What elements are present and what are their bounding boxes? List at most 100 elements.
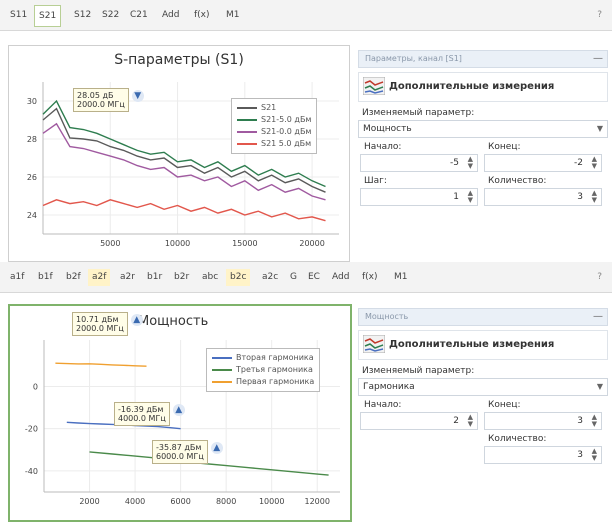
legend-item: Вторая гармоника <box>212 352 314 364</box>
step-label: Шаг: <box>364 176 387 186</box>
tab-a2f[interactable]: a2f <box>88 269 111 286</box>
param-label: Изменяемый параметр: <box>362 108 475 118</box>
start-label: Начало: <box>364 142 402 152</box>
extra-measurements-header[interactable]: Дополнительные измерения <box>358 72 608 102</box>
side-panel-header: Параметры, канал [S1] — <box>358 50 608 68</box>
y-tick-label: 26 <box>27 173 37 182</box>
legend-item: S21-0.0 дБм <box>237 126 311 138</box>
marker-value: -16.39 дБм <box>118 405 164 414</box>
series-line <box>55 362 147 367</box>
tab-g[interactable]: G <box>286 269 301 286</box>
legend-label: Первая гармоника <box>236 377 315 386</box>
x-tick-label: 20000 <box>299 239 324 248</box>
x-tick-label: 8000 <box>216 497 236 506</box>
side-panel-header-text: Мощность <box>365 312 409 321</box>
extra-measurements-header[interactable]: Дополнительные измерения <box>358 330 608 360</box>
tab-a2c[interactable]: a2c <box>258 269 282 286</box>
side-panel-header-text: Параметры, канал [S1] <box>365 54 462 63</box>
tab-s22[interactable]: S22 <box>98 7 123 24</box>
legend-label: Третья гармоника <box>236 365 313 374</box>
marker-frequency: 6000.0 МГц <box>156 452 204 461</box>
end-column: Конец: 3 ▲ ▼ <box>484 398 602 430</box>
spinner-icon[interactable]: ▲ ▼ <box>468 190 473 204</box>
spinner-icon[interactable]: ▲ ▼ <box>468 156 473 170</box>
marker-value: 28.05 дБ <box>77 91 114 100</box>
x-tick-label: 5000 <box>100 239 120 248</box>
tab-b2c[interactable]: b2c <box>226 269 251 286</box>
tab-m1[interactable]: M1 <box>390 269 412 286</box>
param-select[interactable]: Гармоника ▼ <box>358 378 608 396</box>
end-stepper[interactable]: -2 ▲ ▼ <box>484 154 602 172</box>
marker-label[interactable]: 10.71 дБм 2000.0 МГц ▲ <box>72 312 143 336</box>
tab-c21[interactable]: C21 <box>126 7 152 24</box>
marker-up-icon[interactable]: ▲ <box>130 314 143 326</box>
x-tick-label: 10000 <box>165 239 190 248</box>
step-value: 1 <box>453 192 459 202</box>
count-column: Количество: 3 ▲ ▼ <box>484 174 602 206</box>
tab-b2f[interactable]: b2f <box>62 269 85 286</box>
marker-label[interactable]: -16.39 дБм 4000.0 МГц ▲ <box>114 402 185 426</box>
tab-add[interactable]: Add <box>328 269 353 286</box>
param-select-value: Гармоника <box>363 382 415 392</box>
tab-ec[interactable]: EC <box>304 269 324 286</box>
legend-swatch <box>237 106 257 109</box>
side-panel-header: Мощность — <box>358 308 608 326</box>
end-label: Конец: <box>488 142 521 152</box>
tab-m1[interactable]: M1 <box>222 7 244 24</box>
tab-b1f[interactable]: b1f <box>34 269 57 286</box>
tab-b2r[interactable]: b2r <box>170 269 193 286</box>
help-icon[interactable]: ? <box>593 7 606 24</box>
x-tick-label: 4000 <box>125 497 145 506</box>
count-column: Количество: 3 ▲ ▼ <box>484 432 602 464</box>
y-tick-label: 0 <box>33 382 38 391</box>
tab-a2r[interactable]: a2r <box>116 269 139 286</box>
tab-fx[interactable]: f(x) <box>358 269 382 286</box>
legend-item: Первая гармоника <box>212 376 314 388</box>
marker-frequency: 2000.0 МГц <box>76 324 124 333</box>
marker-up-icon[interactable]: ▲ <box>210 442 223 454</box>
y-tick-label: 30 <box>27 97 37 106</box>
step-column: Шаг: 1 ▲ ▼ <box>360 174 478 206</box>
marker-label[interactable]: -35.87 дБм 6000.0 МГц ▲ <box>152 440 223 464</box>
count-label: Количество: <box>488 176 547 186</box>
legend-swatch <box>212 368 232 371</box>
marker-label[interactable]: 28.05 дБ 2000.0 МГц ▼ <box>73 88 144 112</box>
pin-icon[interactable]: — <box>593 309 603 325</box>
start-stepper[interactable]: -5 ▲ ▼ <box>360 154 478 172</box>
spinner-icon[interactable]: ▲ ▼ <box>468 414 473 428</box>
tab-add[interactable]: Add <box>158 7 183 24</box>
legend-item: S21 <box>237 102 311 114</box>
param-select[interactable]: Мощность ▼ <box>358 120 608 138</box>
param-label: Изменяемый параметр: <box>362 366 475 376</box>
tab-s21[interactable]: S21 <box>34 5 62 27</box>
start-column: Начало: 2 ▲ ▼ <box>360 398 478 430</box>
marker-up-icon[interactable]: ▲ <box>172 404 185 416</box>
end-stepper[interactable]: 3 ▲ ▼ <box>484 412 602 430</box>
tab-fx[interactable]: f(x) <box>190 7 214 24</box>
count-row: Количество: 3 ▲ ▼ <box>358 432 608 466</box>
pin-icon[interactable]: — <box>593 51 603 67</box>
start-label: Начало: <box>364 400 402 410</box>
tab-s11[interactable]: S11 <box>6 7 31 24</box>
tab-a1f[interactable]: a1f <box>6 269 28 286</box>
tab-b1r[interactable]: b1r <box>143 269 166 286</box>
count-stepper[interactable]: 3 ▲ ▼ <box>484 446 602 464</box>
legend-swatch <box>237 130 257 133</box>
series-line <box>42 199 326 222</box>
step-stepper[interactable]: 1 ▲ ▼ <box>360 188 478 206</box>
count-stepper[interactable]: 3 ▲ ▼ <box>484 188 602 206</box>
help-icon[interactable]: ? <box>593 269 606 286</box>
start-stepper[interactable]: 2 ▲ ▼ <box>360 412 478 430</box>
spinner-icon[interactable]: ▲ ▼ <box>592 156 597 170</box>
tab-abc[interactable]: abc <box>198 269 222 286</box>
series-line <box>89 451 329 476</box>
legend-swatch <box>212 380 232 383</box>
extra-measurements-title: Дополнительные измерения <box>389 339 555 350</box>
tab-s12[interactable]: S12 <box>70 7 95 24</box>
spinner-icon[interactable]: ▲ ▼ <box>592 448 597 462</box>
spinner-icon[interactable]: ▲ ▼ <box>592 414 597 428</box>
spinner-icon[interactable]: ▲ ▼ <box>592 190 597 204</box>
marker-down-icon[interactable]: ▼ <box>131 90 144 102</box>
end-value: 3 <box>577 416 583 426</box>
count-value: 3 <box>577 450 583 460</box>
